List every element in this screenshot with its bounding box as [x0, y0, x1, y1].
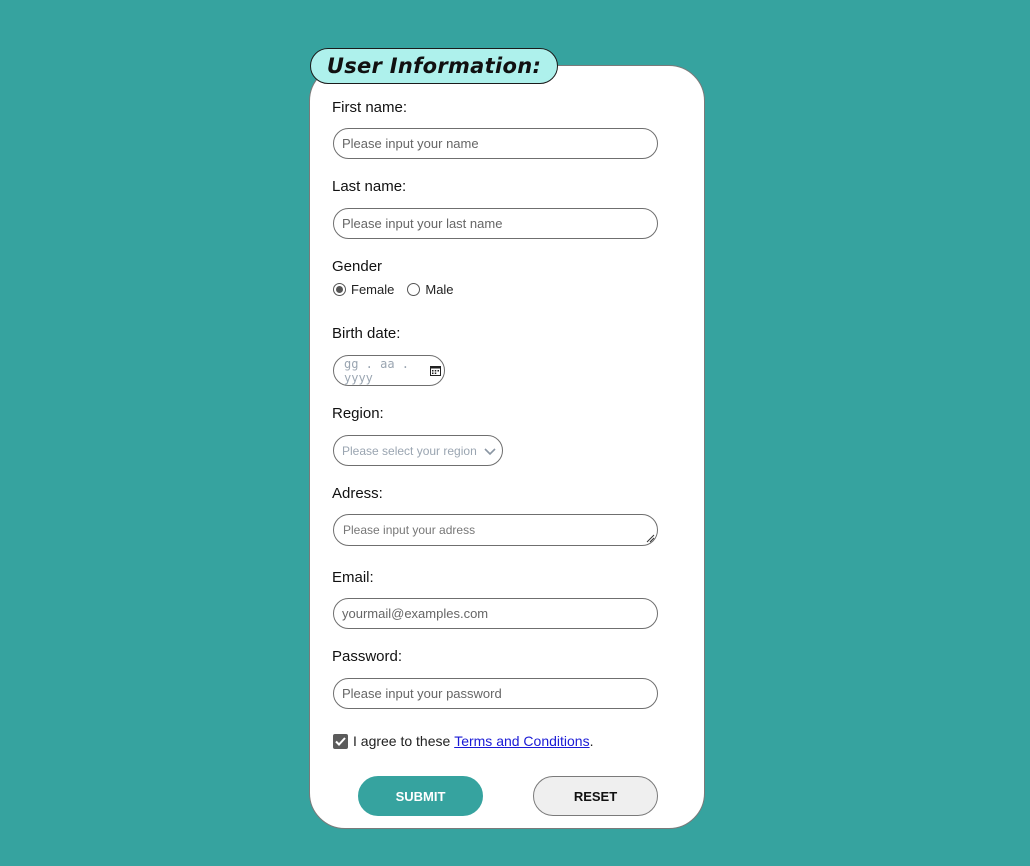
reset-button[interactable]: RESET: [533, 776, 658, 816]
male-radio[interactable]: [407, 283, 421, 296]
first-name-input[interactable]: [333, 128, 658, 159]
female-radio[interactable]: [333, 283, 346, 296]
password-label: Password:: [332, 648, 403, 665]
terms-prefix: I agree to these: [353, 733, 455, 749]
last-name-label: Last name:: [332, 178, 407, 195]
gender-radio-group: Female Male: [333, 282, 454, 297]
terms-link[interactable]: Terms and Conditions: [454, 733, 589, 749]
female-radio-label[interactable]: Female: [351, 282, 394, 297]
birth-date-label: Birth date:: [332, 325, 401, 342]
region-placeholder: Please select your region: [342, 443, 477, 458]
male-radio-label[interactable]: Male: [425, 282, 453, 297]
checkmark-icon: [335, 736, 346, 746]
submit-button[interactable]: SUBMIT: [358, 776, 483, 816]
email-input[interactable]: [333, 598, 658, 629]
birth-date-input[interactable]: gg . aa . yyyy: [333, 355, 445, 386]
terms-suffix: .: [589, 733, 594, 749]
region-select[interactable]: Please select your region: [333, 435, 503, 466]
address-placeholder: Please input your adress: [343, 523, 476, 537]
form-title: User Information:: [310, 48, 558, 84]
chevron-down-icon: [484, 448, 496, 456]
first-name-label: First name:: [332, 99, 408, 116]
address-textarea[interactable]: Please input your adress: [333, 514, 658, 546]
terms-checkbox[interactable]: [333, 733, 348, 749]
calendar-icon[interactable]: [430, 365, 441, 376]
region-label: Region:: [332, 405, 384, 422]
password-input[interactable]: [333, 678, 658, 709]
gender-label: Gender: [332, 258, 383, 275]
address-label: Adress:: [332, 485, 383, 502]
last-name-input[interactable]: [333, 208, 658, 239]
terms-row: I agree to these Terms and Conditions .: [333, 733, 593, 749]
email-label: Email:: [332, 569, 374, 586]
resize-grip-icon[interactable]: [646, 534, 655, 543]
birth-date-placeholder: gg . aa . yyyy: [344, 356, 410, 385]
